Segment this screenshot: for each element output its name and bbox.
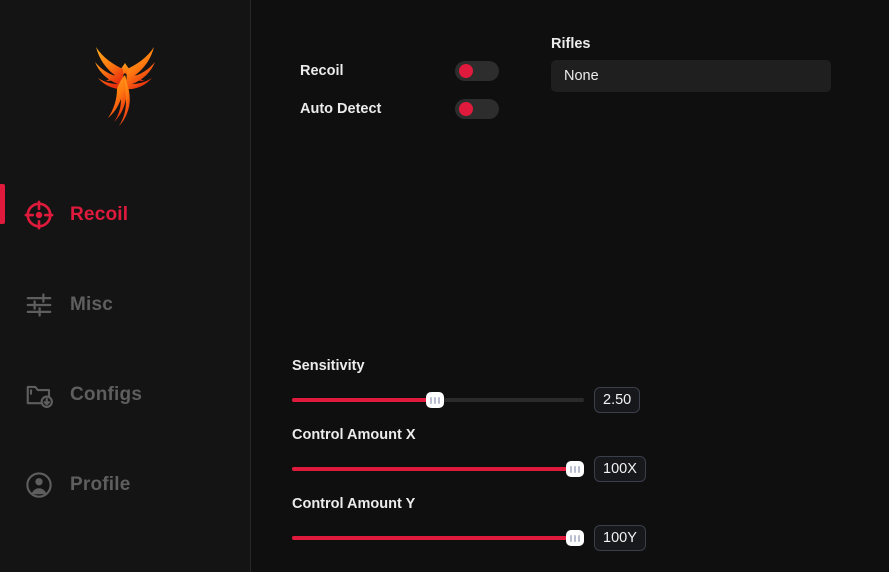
toggle-row-recoil: Recoil (300, 56, 530, 86)
slider-handle[interactable] (566, 461, 585, 477)
sidebar-item-misc[interactable]: Misc (0, 260, 250, 350)
slider-group: Sensitivity 2.50 Control Amount X 100X C… (292, 358, 712, 565)
slider-label: Control Amount Y (292, 496, 416, 512)
toggle-label: Auto Detect (300, 101, 382, 117)
toggle-row-auto-detect: Auto Detect (300, 94, 530, 124)
folder-download-icon (22, 378, 56, 412)
sidebar-item-label: Misc (70, 294, 114, 315)
weapon-select-value: None (564, 68, 599, 84)
slider-fill (292, 467, 576, 471)
phoenix-logo (0, 0, 250, 170)
weapon-select-dropdown[interactable]: None (551, 60, 831, 92)
slider-label: Sensitivity (292, 358, 365, 374)
sidebar-item-label: Configs (70, 384, 143, 405)
crosshair-icon (22, 198, 56, 232)
slider-fill (292, 398, 436, 402)
sidebar-item-configs[interactable]: Configs (0, 350, 250, 440)
sidebar-item-profile[interactable]: Profile (0, 440, 250, 530)
toggle-knob (459, 64, 473, 78)
toggle-group: Recoil Auto Detect (300, 56, 530, 132)
control-amount-x-value[interactable]: 100X (594, 456, 646, 482)
control-amount-y-value[interactable]: 100Y (594, 525, 646, 551)
sidebar-nav: Recoil Misc Configs Profile (0, 170, 250, 530)
sidebar-item-label: Recoil (70, 204, 129, 225)
slider-row: 2.50 (292, 387, 712, 413)
weapon-select-label: Rifles (551, 36, 591, 52)
user-circle-icon (22, 468, 56, 502)
slider-control-amount-x: Control Amount X 100X (292, 427, 712, 482)
slider-row: 100Y (292, 525, 712, 551)
toggle-label: Recoil (300, 63, 344, 79)
slider-control-amount-y: Control Amount Y 100Y (292, 496, 712, 551)
sidebar-item-recoil[interactable]: Recoil (0, 170, 250, 260)
slider-handle[interactable] (426, 392, 445, 408)
content-panel: Recoil Auto Detect Rifles None Sensitivi… (251, 0, 889, 572)
sensitivity-value[interactable]: 2.50 (594, 387, 641, 413)
sidebar: Recoil Misc Configs Profile (0, 0, 251, 572)
control-amount-x-slider[interactable] (292, 456, 585, 482)
sidebar-item-label: Profile (70, 474, 131, 495)
recoil-toggle[interactable] (455, 61, 499, 81)
auto-detect-toggle[interactable] (455, 99, 499, 119)
app-window: Recoil Misc Configs Profile Recoil Auto … (0, 0, 889, 572)
sensitivity-slider[interactable] (292, 387, 584, 413)
slider-sensitivity: Sensitivity 2.50 (292, 358, 712, 413)
sliders-icon (22, 288, 56, 322)
slider-fill (292, 536, 576, 540)
toggle-knob (459, 102, 473, 116)
slider-handle[interactable] (566, 530, 585, 546)
slider-row: 100X (292, 456, 712, 482)
weapon-select-block: Rifles None (551, 36, 831, 92)
control-amount-y-slider[interactable] (292, 525, 585, 551)
slider-label: Control Amount X (292, 427, 416, 443)
